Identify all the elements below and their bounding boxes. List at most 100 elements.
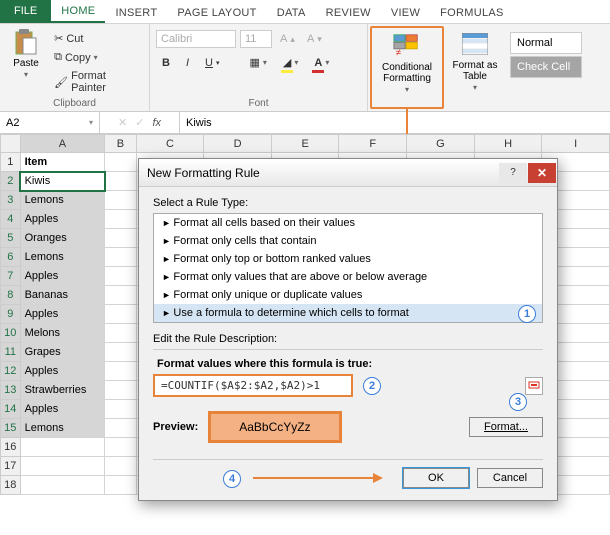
brush-icon: 🖌 xyxy=(54,76,68,89)
cell[interactable]: Grapes xyxy=(20,343,105,362)
col-header[interactable]: I xyxy=(542,135,610,153)
select-rule-type-label: Select a Rule Type: xyxy=(153,197,543,209)
paste-button[interactable]: Paste xyxy=(6,26,46,97)
copy-button[interactable]: ⧉Copy xyxy=(50,49,143,66)
cancel-button[interactable]: Cancel xyxy=(477,468,543,488)
border-button[interactable]: ▦ xyxy=(245,54,270,71)
row-header[interactable]: 3 xyxy=(1,191,21,210)
row-header[interactable]: 5 xyxy=(1,229,21,248)
rule-type-item[interactable]: Format only cells that contain xyxy=(154,232,542,250)
font-color-button[interactable]: A xyxy=(310,54,333,71)
row-header[interactable]: 11 xyxy=(1,343,21,362)
row-header[interactable]: 6 xyxy=(1,248,21,267)
grow-font-button[interactable]: A▴ xyxy=(276,31,299,47)
row-header[interactable]: 8 xyxy=(1,286,21,305)
formula-input[interactable] xyxy=(153,374,353,397)
col-header[interactable]: A xyxy=(20,135,105,153)
enter-formula-icon[interactable]: ✓ xyxy=(135,116,144,129)
row-header[interactable]: 13 xyxy=(1,381,21,400)
row-header[interactable]: 7 xyxy=(1,267,21,286)
cell[interactable]: Oranges xyxy=(20,229,105,248)
cell[interactable]: Apples xyxy=(20,210,105,229)
cut-button[interactable]: ✂Cut xyxy=(50,30,143,47)
ok-button[interactable]: OK xyxy=(403,468,469,488)
tab-formulas[interactable]: FORMULAS xyxy=(430,3,514,23)
col-header[interactable]: D xyxy=(204,135,272,153)
rule-type-item[interactable]: Format only top or bottom ranked values xyxy=(154,250,542,268)
font-name-select[interactable]: Calibri xyxy=(156,30,236,48)
col-header[interactable]: F xyxy=(339,135,407,153)
callout-4: 4 xyxy=(223,470,241,488)
col-header[interactable]: E xyxy=(271,135,339,153)
rule-type-item[interactable]: Use a formula to determine which cells t… xyxy=(154,304,542,322)
cell[interactable]: Apples xyxy=(20,400,105,419)
cell[interactable]: Item xyxy=(20,153,105,172)
col-header[interactable]: G xyxy=(407,135,475,153)
row-header[interactable]: 18 xyxy=(1,476,21,495)
ribbon: Paste ✂Cut ⧉Copy 🖌Format Painter Clipboa… xyxy=(0,24,610,112)
format-painter-button[interactable]: 🖌Format Painter xyxy=(50,68,143,96)
col-header[interactable]: C xyxy=(136,135,204,153)
cell[interactable]: Melons xyxy=(20,324,105,343)
row-header[interactable]: 16 xyxy=(1,438,21,457)
row-header[interactable]: 15 xyxy=(1,419,21,438)
fx-icon[interactable]: fx xyxy=(152,117,161,129)
bold-button[interactable]: B xyxy=(158,54,174,71)
cell[interactable]: Apples xyxy=(20,305,105,324)
format-button[interactable]: Format... xyxy=(469,417,543,437)
help-button[interactable]: ? xyxy=(499,163,527,183)
rule-type-label: Use a formula to determine which cells t… xyxy=(173,307,408,319)
rule-type-item[interactable]: Format only values that are above or bel… xyxy=(154,268,542,286)
tab-insert[interactable]: INSERT xyxy=(105,3,167,23)
fill-color-button[interactable]: ◢ xyxy=(279,54,302,71)
svg-text:≠: ≠ xyxy=(396,47,401,57)
format-as-table-button[interactable]: Format as Table xyxy=(446,24,504,111)
collapse-icon xyxy=(528,381,540,391)
row-header[interactable]: 2 xyxy=(1,172,21,191)
row-header[interactable]: 4 xyxy=(1,210,21,229)
tab-pagelayout[interactable]: PAGE LAYOUT xyxy=(167,3,266,23)
style-check-cell[interactable]: Check Cell xyxy=(510,56,582,78)
row-header[interactable]: 9 xyxy=(1,305,21,324)
dialog-titlebar[interactable]: New Formatting Rule ? ✕ xyxy=(139,159,557,187)
cell[interactable]: Lemons xyxy=(20,419,105,438)
row-header[interactable]: 17 xyxy=(1,457,21,476)
close-button[interactable]: ✕ xyxy=(528,163,556,183)
cell[interactable]: Bananas xyxy=(20,286,105,305)
cell[interactable]: Lemons xyxy=(20,191,105,210)
col-header[interactable]: H xyxy=(474,135,542,153)
cell[interactable]: Kiwis xyxy=(20,172,105,191)
range-collapse-button[interactable] xyxy=(525,377,543,395)
cancel-formula-icon[interactable]: ✕ xyxy=(118,116,127,129)
cell[interactable]: Apples xyxy=(20,267,105,286)
formula-buttons: ✕ ✓ fx xyxy=(100,112,180,133)
shrink-font-button[interactable]: A▾ xyxy=(303,31,326,47)
row-header[interactable]: 14 xyxy=(1,400,21,419)
tab-home[interactable]: HOME xyxy=(51,1,105,23)
conditional-formatting-button[interactable]: ≠ Conditional Formatting xyxy=(372,28,442,108)
select-all-corner[interactable] xyxy=(1,135,21,153)
underline-button[interactable]: U▾ xyxy=(201,54,223,71)
row-header[interactable]: 1 xyxy=(1,153,21,172)
tab-view[interactable]: VIEW xyxy=(381,3,430,23)
conditional-formatting-icon: ≠ xyxy=(393,32,421,60)
cell[interactable]: Apples xyxy=(20,362,105,381)
ribbon-tabs: FILE HOME INSERT PAGE LAYOUT DATA REVIEW… xyxy=(0,0,610,24)
col-header[interactable]: B xyxy=(105,135,136,153)
rule-type-item[interactable]: Format only unique or duplicate values xyxy=(154,286,542,304)
tab-review[interactable]: REVIEW xyxy=(316,3,381,23)
style-normal[interactable]: Normal xyxy=(510,32,582,54)
row-header[interactable]: 12 xyxy=(1,362,21,381)
paste-icon xyxy=(12,28,40,56)
tab-file[interactable]: FILE xyxy=(0,0,51,23)
italic-button[interactable]: I xyxy=(182,54,193,71)
cell[interactable]: Lemons xyxy=(20,248,105,267)
name-box[interactable]: A2 xyxy=(0,112,100,133)
annotation-arrow-icon xyxy=(253,472,383,484)
rule-type-item[interactable]: Format all cells based on their values xyxy=(154,214,542,232)
tab-data[interactable]: DATA xyxy=(267,3,316,23)
cell[interactable]: Strawberries xyxy=(20,381,105,400)
row-header[interactable]: 10 xyxy=(1,324,21,343)
font-size-select[interactable]: 11 xyxy=(240,30,272,48)
formula-bar[interactable]: Kiwis xyxy=(180,112,610,133)
